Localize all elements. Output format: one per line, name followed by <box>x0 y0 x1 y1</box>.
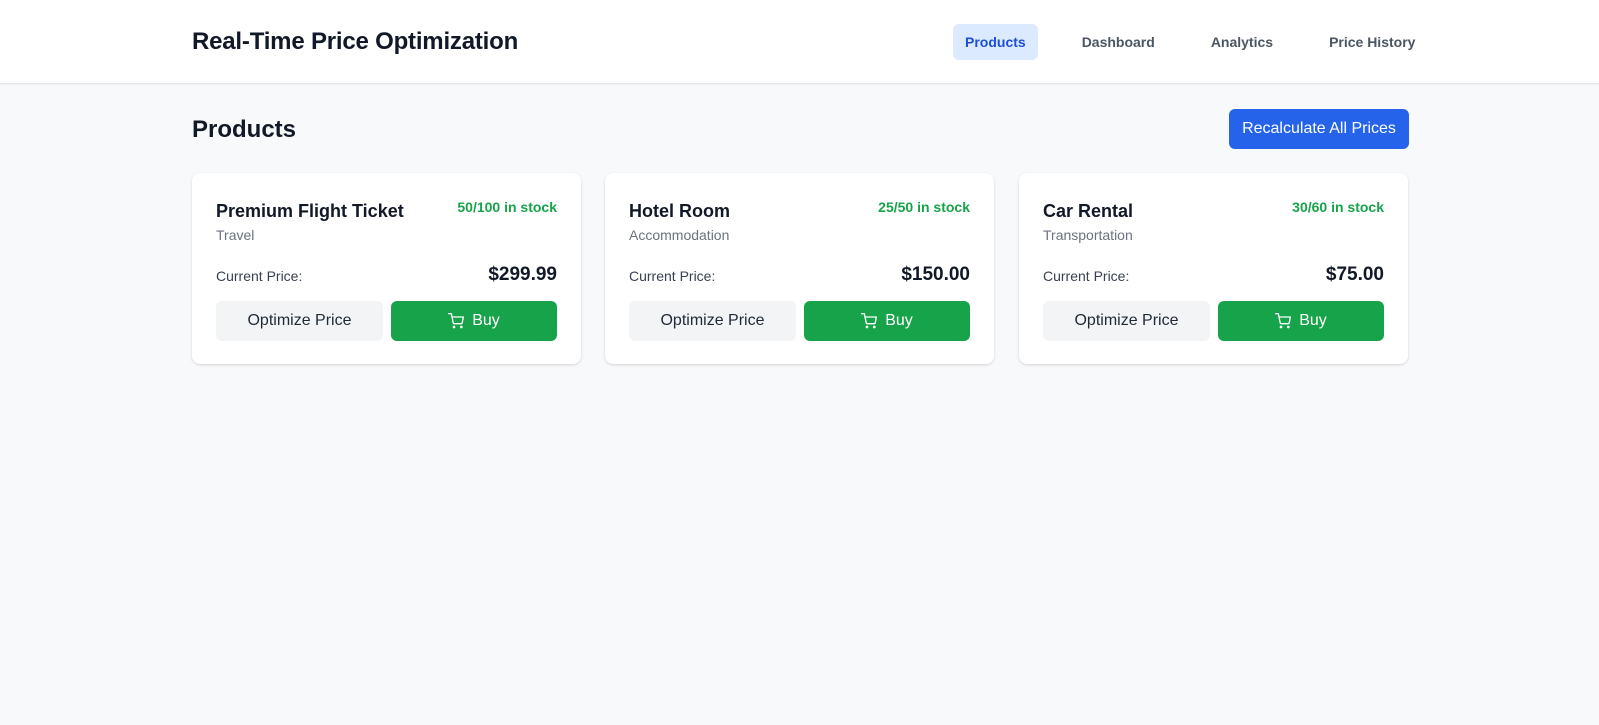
product-card: Premium Flight Ticket Travel 50/100 in s… <box>192 173 581 364</box>
current-price-label: Current Price: <box>629 268 716 284</box>
product-name: Hotel Room <box>629 201 730 221</box>
optimize-price-button[interactable]: Optimize Price <box>216 301 383 341</box>
product-category: Accommodation <box>629 227 730 243</box>
nav-item-analytics[interactable]: Analytics <box>1199 24 1285 60</box>
shopping-cart-icon <box>448 313 465 329</box>
top-navbar: Real-Time Price Optimization Products Da… <box>0 0 1599 84</box>
optimize-price-button[interactable]: Optimize Price <box>629 301 796 341</box>
product-card: Hotel Room Accommodation 25/50 in stock … <box>605 173 994 364</box>
main-nav: Products Dashboard Analytics Price Histo… <box>953 24 1427 60</box>
current-price-value: $75.00 <box>1325 264 1384 285</box>
product-category: Transportation <box>1043 227 1133 243</box>
nav-item-price-history[interactable]: Price History <box>1317 24 1427 60</box>
current-price-label: Current Price: <box>216 268 303 284</box>
app-title: Real-Time Price Optimization <box>192 28 519 55</box>
current-price-value: $299.99 <box>488 264 557 285</box>
product-card: Car Rental Transportation 30/60 in stock… <box>1019 173 1408 364</box>
product-category: Travel <box>216 227 255 243</box>
optimize-price-button[interactable]: Optimize Price <box>1043 301 1210 341</box>
nav-item-products[interactable]: Products <box>953 24 1038 60</box>
nav-item-dashboard[interactable]: Dashboard <box>1070 24 1167 60</box>
buy-button[interactable]: Buy <box>391 301 557 341</box>
shopping-cart-icon <box>861 313 878 329</box>
buy-button[interactable]: Buy <box>804 301 970 341</box>
stock-badge: 30/60 in stock <box>1292 199 1384 215</box>
stock-badge: 25/50 in stock <box>878 199 970 215</box>
product-name: Premium Flight Ticket <box>216 201 404 221</box>
current-price-label: Current Price: <box>1043 268 1130 284</box>
recalculate-all-prices-button[interactable]: Recalculate All Prices <box>1229 109 1409 149</box>
buy-button-label: Buy <box>1299 312 1327 329</box>
buy-button-label: Buy <box>472 312 500 329</box>
stock-badge: 50/100 in stock <box>457 199 557 215</box>
buy-button-label: Buy <box>885 312 913 329</box>
product-name: Car Rental <box>1043 201 1134 221</box>
shopping-cart-icon <box>1275 313 1292 329</box>
buy-button[interactable]: Buy <box>1218 301 1384 341</box>
page-title: Products <box>192 116 297 143</box>
current-price-value: $150.00 <box>901 264 970 285</box>
